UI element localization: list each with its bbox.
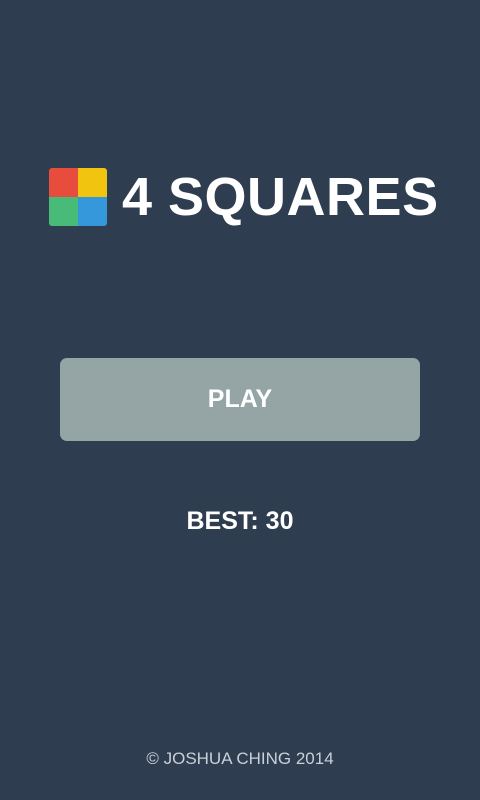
logo-square-blue [78,197,107,226]
play-button[interactable]: PLAY [60,358,420,441]
game-title: 4 SQUARES [122,167,439,227]
copyright-footer: © JOSHUA CHING 2014 [146,749,334,768]
four-squares-logo-icon [49,168,107,226]
title-row: 4 SQUARES [49,168,439,226]
logo-square-green [49,197,78,226]
logo-square-red [49,168,78,197]
best-score-label: BEST: 30 [186,507,294,535]
logo-square-yellow [78,168,107,197]
